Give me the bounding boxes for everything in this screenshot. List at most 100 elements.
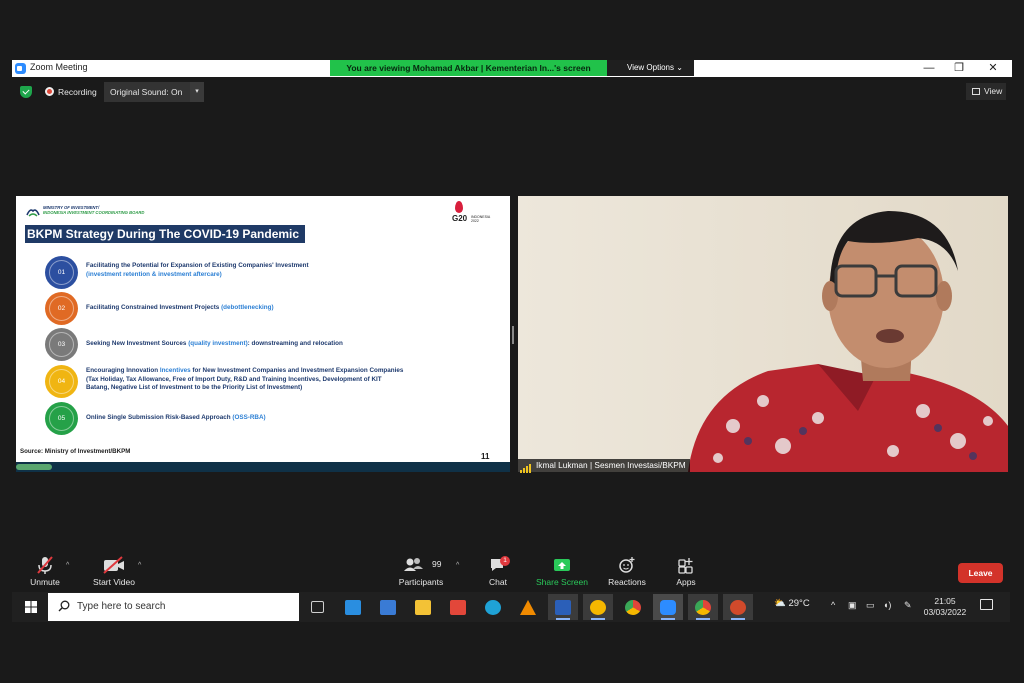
word-app-button[interactable] [548,594,578,620]
share-screen-label: Share Screen [536,577,588,587]
start-video-button[interactable]: Start Video [90,555,138,587]
reactions-label: Reactions [608,577,646,587]
recording-label: Recording [58,87,97,97]
slide-page-number: 11 [481,452,490,461]
shared-screen-slide: MINISTRY OF INVESTMENT/ INDONESIA INVEST… [16,196,510,472]
strategy-item-text: Encouraging Innovation Incentives for Ne… [86,367,404,391]
leave-button[interactable]: Leave [958,563,1003,583]
participants-label: Participants [398,577,444,587]
ministry-emblem-icon [26,209,40,217]
view-options-label: View Options [627,63,674,72]
file-explorer-icon [415,600,431,615]
chevron-down-icon: ▾ [195,88,199,95]
file-explorer-button[interactable] [408,594,438,620]
apps-icon [670,555,702,577]
reactions-icon [604,555,650,577]
unmute-button[interactable]: Unmute [24,555,66,587]
zoom-meeting-screen: Zoom Meeting You are viewing Mohamad Akb… [0,0,1024,683]
search-icon [58,600,70,612]
g20-flame-icon [455,201,463,213]
number-badge-04: 04 [45,365,78,398]
word-icon [555,600,571,615]
clock-date: 03/03/2022 [923,607,967,617]
strategy-item-text: Facilitating Constrained Investment Proj… [86,304,274,311]
chrome-app-button[interactable] [618,594,648,620]
security-shield-icon[interactable] [20,86,32,98]
strategy-item-text: Facilitating the Potential for Expansion… [86,262,309,278]
vlc-app-button[interactable] [513,594,543,620]
share-screen-button[interactable]: Share Screen [534,555,590,587]
minimize-button[interactable]: — [914,60,944,76]
meet-now-icon[interactable]: ▣ [848,600,857,611]
chrome-profile-icon [695,600,711,615]
slide-source: Source: Ministry of Investment/BKPM [20,448,131,455]
view-button[interactable]: View [966,83,1006,100]
recording-icon [45,87,54,96]
notifications-icon[interactable] [980,599,993,610]
taskbar-search-box[interactable]: Type here to search [48,593,299,621]
participant-video-feed [518,196,1008,472]
video-options-caret[interactable]: ^ [138,562,141,569]
number-badge-03: 03 [45,328,78,361]
original-sound-dropdown[interactable]: ▾ [190,82,204,102]
apps-button[interactable]: Apps [670,555,702,587]
task-view-button[interactable] [302,594,332,620]
weather-widget[interactable]: ⛅ 29°C [774,598,810,609]
microphone-muted-icon [24,555,66,577]
ministry-board-name: INDONESIA INVESTMENT COORDINATING BOARD [43,210,145,215]
search-placeholder: Type here to search [77,601,166,612]
restore-button[interactable]: ❐ [944,60,974,76]
chrome-profile-app-button[interactable] [688,594,718,620]
strategy-item-text: Seeking New Investment Sources (quality … [86,340,343,347]
view-label: View [984,86,1003,96]
battery-icon[interactable]: ▭ [866,600,875,611]
reactions-button[interactable]: Reactions [604,555,650,587]
mail-icon [345,600,361,615]
store-app-button[interactable] [373,594,403,620]
volume-icon[interactable]: ◖) [883,600,891,610]
zoom-logo-icon [15,63,26,74]
video-camera-off-icon [90,555,138,577]
show-hidden-icons-icon[interactable]: ^ [831,600,835,610]
task-view-icon [311,601,324,613]
pen-icon[interactable]: ✎ [904,600,912,611]
original-sound-button[interactable]: Original Sound: On [104,82,190,102]
slide-title: BKPM Strategy During The COVID-19 Pandem… [25,225,305,243]
window-title: Zoom Meeting [30,62,88,72]
viewing-screen-banner: You are viewing Mohamad Akbar | Kementer… [330,60,607,76]
participants-options-caret[interactable]: ^ [456,562,459,569]
edge-icon [485,600,501,615]
start-video-label: Start Video [93,577,135,587]
view-options-button[interactable]: View Options ⌄ [607,60,694,76]
zoom-app-button[interactable] [653,594,683,620]
start-button[interactable] [12,592,48,622]
office-app-button[interactable] [443,594,473,620]
powerpoint-icon [730,600,746,615]
unmute-label: Unmute [30,577,60,587]
participant-name-label: Ikmal Lukman | Sesmen Investasi/BKPM [518,459,690,473]
chrome-icon [625,600,641,615]
number-badge-05: 05 [45,402,78,435]
g20-text: G20 [452,214,468,223]
audio-options-caret[interactable]: ^ [66,562,69,569]
powerpoint-app-button[interactable] [723,594,753,620]
store-icon [380,600,396,615]
temperature: 29°C [788,598,810,609]
taskbar-clock[interactable]: 21:05 03/03/2022 [922,596,968,618]
chrome-canary-app-button[interactable] [583,594,613,620]
number-badge-02: 02 [45,292,78,325]
slide-footer-bar [16,462,510,472]
edge-app-button[interactable] [478,594,508,620]
office-icon [450,600,466,615]
apps-label: Apps [676,577,696,587]
chevron-down-icon: ⌄ [676,63,683,72]
windows-logo-icon [25,601,37,613]
chrome-canary-icon [590,600,606,615]
participant-name: Ikmal Lukman | Sesmen Investasi/BKPM [536,460,686,470]
mail-app-button[interactable] [338,594,368,620]
close-button[interactable]: ✕ [978,60,1008,76]
split-view-handle[interactable] [512,326,514,344]
chat-label: Chat [489,577,507,587]
number-badge-01: 01 [45,256,78,289]
chat-unread-badge: 1 [500,556,510,566]
